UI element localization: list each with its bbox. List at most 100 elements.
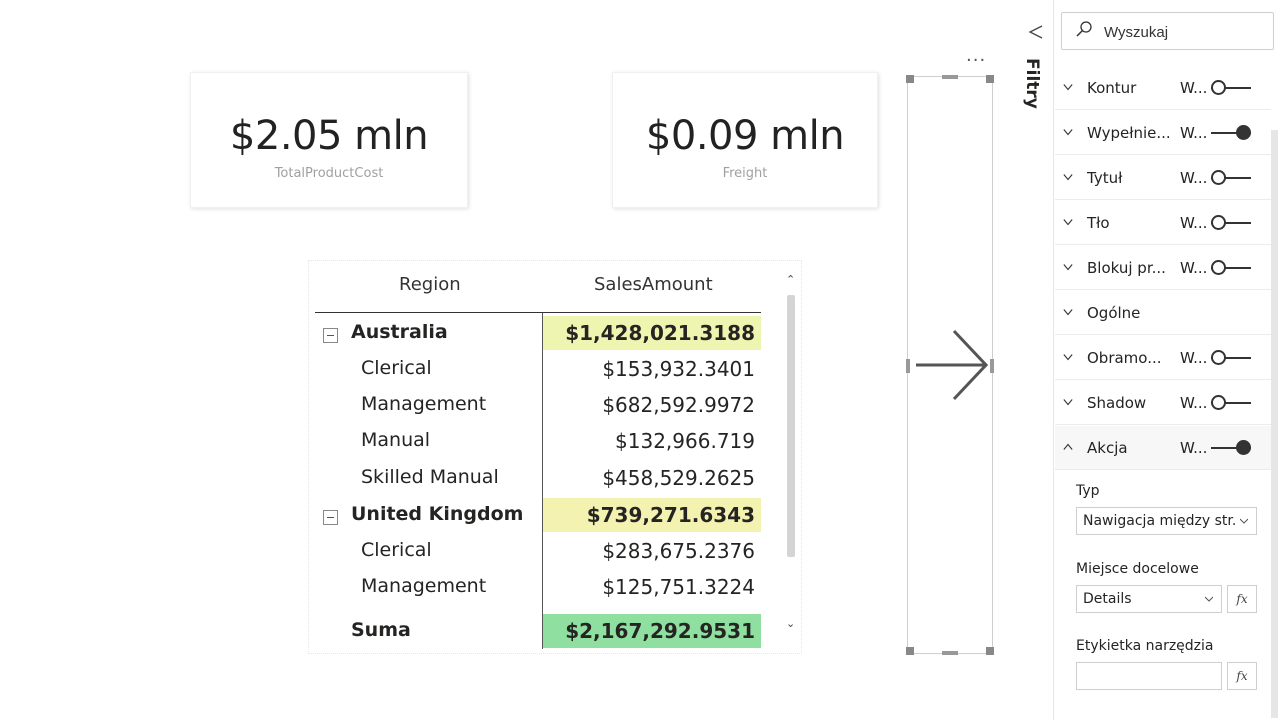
toggle-switch[interactable] [1211,350,1251,365]
toggle-switch[interactable] [1211,260,1251,275]
row-value: $153,932.3401 [602,357,755,381]
collapse-icon[interactable] [323,510,338,525]
destination-dropdown[interactable]: Details [1076,585,1222,613]
scroll-up-icon[interactable]: ⌃ [786,273,795,286]
chevron-down-icon[interactable] [1063,397,1073,407]
section-tytuł[interactable]: Tytuł W... [1055,156,1271,200]
resize-handle[interactable] [986,647,994,655]
section-name: Blokuj pr... [1087,259,1166,277]
search-input[interactable] [1104,21,1264,43]
chevron-down-icon[interactable] [1063,82,1073,92]
section-name: Ogólne [1087,304,1141,322]
table-row[interactable]: Management $682,592.9972 [315,387,761,423]
type-label: Typ [1076,483,1100,499]
tooltip-label: Etykietka narzędzia [1076,638,1214,654]
chevron-down-icon[interactable] [1063,217,1073,227]
resize-handle[interactable] [990,359,994,373]
table-row[interactable]: Skilled Manual $458,529.2625 [315,460,761,496]
row-label: Manual [361,429,431,451]
section-value: W... [1180,394,1208,412]
row-label: Management [361,575,487,597]
filters-label[interactable]: Filtry [1022,58,1042,109]
column-header-salesamount[interactable]: SalesAmount [594,274,713,295]
row-value: $283,675.2376 [602,539,755,563]
report-canvas: $2.05 mln TotalProductCost $0.09 mln Fre… [0,0,1020,720]
chevron-down-icon[interactable] [1063,307,1073,317]
filters-pane-collapsed[interactable]: Filtry [1020,0,1054,720]
section-kontur[interactable]: Kontur W... [1055,66,1271,110]
row-value: $1,428,021.3188 [565,321,755,345]
format-pane: Kontur W... Wypełnie... W... Tytuł W... Tło W..… [1055,0,1280,720]
type-dropdown[interactable]: Nawigacja między str... [1076,507,1257,535]
matrix-scrollbar[interactable] [787,295,795,557]
section-blokuj-pr[interactable]: Blokuj pr... W... [1055,246,1271,290]
search-box[interactable] [1061,12,1274,50]
pane-scrollbar[interactable] [1271,130,1278,718]
total-row[interactable]: Suma $2,167,292.9531 [315,613,761,649]
scroll-down-icon[interactable]: ⌄ [786,617,795,630]
chevron-down-icon [1240,518,1248,524]
toggle-knob [1211,260,1226,275]
section-shadow[interactable]: Shadow W... [1055,381,1271,425]
toggle-switch[interactable] [1211,215,1251,230]
tooltip-fx-button[interactable]: fx [1227,662,1257,690]
chevron-down-icon[interactable] [1063,127,1073,137]
toggle-switch[interactable] [1211,80,1251,95]
section-value: W... [1180,214,1208,232]
group-row[interactable]: Australia $1,428,021.3188 [315,315,761,351]
arrow-button-visual[interactable] [906,75,994,655]
section-wypełnie[interactable]: Wypełnie... W... [1055,111,1271,155]
card-freight[interactable]: $0.09 mln Freight [612,72,878,208]
toggle-switch[interactable] [1211,395,1251,410]
tooltip-input[interactable] [1076,662,1222,690]
table-row[interactable]: Clerical $153,932.3401 [315,351,761,387]
section-akcja[interactable]: Akcja W... [1055,426,1271,470]
column-header-region[interactable]: Region [399,274,461,295]
toggle-switch[interactable] [1211,440,1251,455]
section-obramo[interactable]: Obramo... W... [1055,336,1271,380]
collapse-icon[interactable] [323,328,338,343]
collapse-filters-icon[interactable] [1028,24,1044,40]
toggle-knob [1211,395,1226,410]
resize-handle[interactable] [906,359,910,373]
matrix-visual[interactable]: Region SalesAmount Australia $1,428,021.3… [308,260,802,654]
chevron-up-icon[interactable] [1063,442,1073,452]
row-value: $739,271.6343 [586,503,755,527]
resize-handle[interactable] [906,647,914,655]
table-row[interactable]: Management $125,751.3224 [315,569,761,605]
toggle-knob [1211,215,1226,230]
destination-fx-button[interactable]: fx [1227,585,1257,613]
resize-handle[interactable] [906,75,914,83]
card-total-product-cost[interactable]: $2.05 mln TotalProductCost [190,72,468,208]
resize-handle[interactable] [942,75,958,79]
group-row[interactable]: United Kingdom $739,271.6343 [315,497,761,533]
chevron-down-icon[interactable] [1063,172,1073,182]
section-tło[interactable]: Tło W... [1055,201,1271,245]
card-value: $2.05 mln [229,113,429,159]
section-name: Obramo... [1087,349,1162,367]
table-row[interactable]: Clerical $283,675.2376 [315,533,761,569]
resize-handle[interactable] [986,75,994,83]
row-label: Suma [351,619,411,641]
toggle-switch[interactable] [1211,170,1251,185]
section-value: W... [1180,349,1208,367]
section-value: W... [1180,169,1208,187]
section-name: Wypełnie... [1087,124,1171,142]
row-value: $125,751.3224 [602,575,755,599]
search-icon [1076,21,1092,37]
section-value: W... [1180,124,1208,142]
destination-label: Miejsce docelowe [1076,561,1199,577]
section-name: Shadow [1087,394,1147,412]
section-value: W... [1180,259,1208,277]
chevron-down-icon[interactable] [1063,352,1073,362]
chevron-down-icon [1205,596,1213,602]
more-options-icon[interactable]: ··· [966,50,986,71]
section-ogólne[interactable]: Ogólne [1055,291,1271,335]
table-row[interactable]: Manual $132,966.719 [315,423,761,459]
chevron-down-icon[interactable] [1063,262,1073,272]
row-label: Management [361,393,487,415]
row-label: Australia [351,321,448,343]
toggle-switch[interactable] [1211,125,1251,140]
card-label: TotalProductCost [274,166,384,181]
resize-handle[interactable] [942,651,958,655]
